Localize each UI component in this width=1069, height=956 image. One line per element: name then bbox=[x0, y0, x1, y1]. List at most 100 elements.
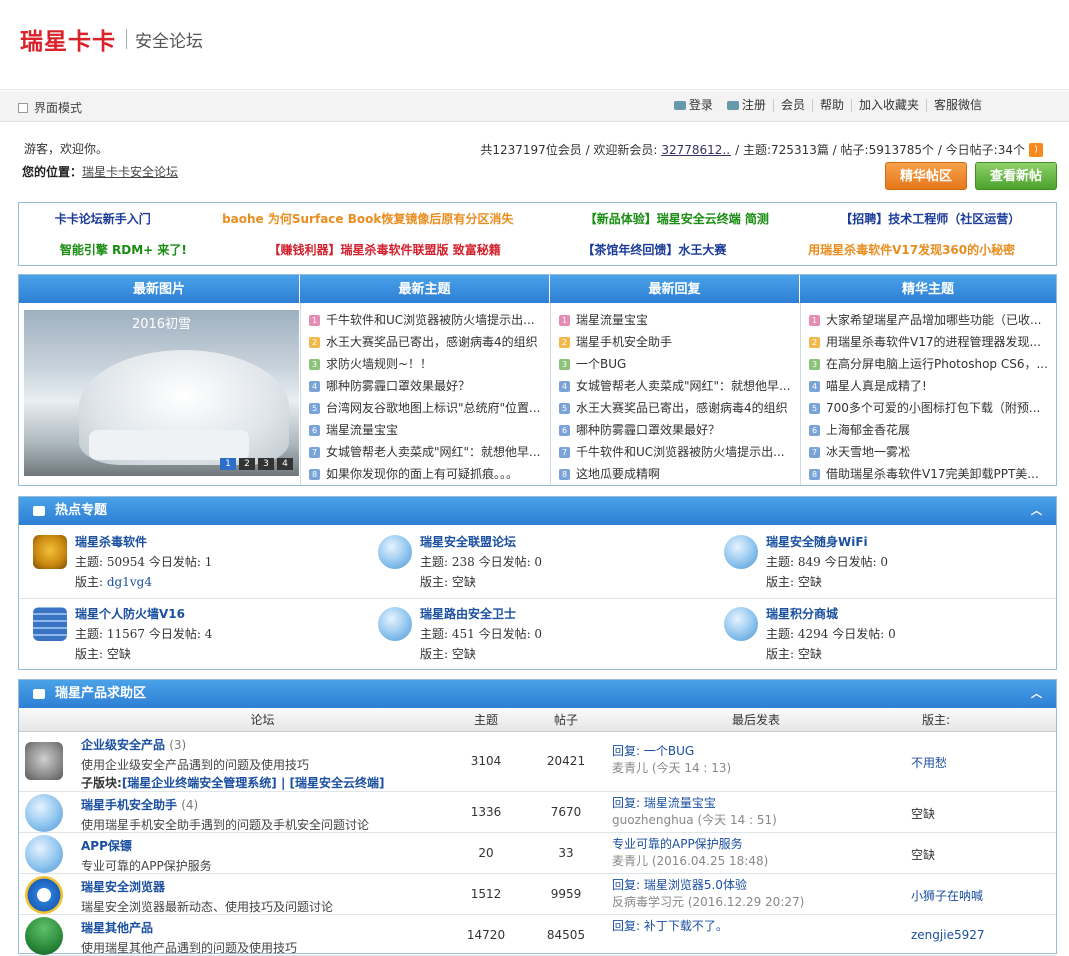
last-post-author[interactable]: guozhenghua bbox=[612, 813, 694, 827]
forum-name: 瑞星安全浏览器 bbox=[81, 880, 166, 894]
forum-name-link[interactable]: 瑞星手机安全助手 (4) bbox=[81, 796, 198, 813]
view-new-posts-button[interactable]: 查看新帖 bbox=[975, 162, 1057, 190]
hot-topic-card[interactable]: 瑞星安全联盟论坛 主题: 238 今日发帖: 0 版主: 空缺 bbox=[364, 525, 694, 595]
slide-dot[interactable]: 3 bbox=[258, 458, 274, 470]
lion-shield-icon[interactable] bbox=[33, 535, 67, 569]
tab-latest-topics: 最新主题 bbox=[300, 275, 550, 303]
announcement-link[interactable]: 卡卡论坛新手入门 bbox=[55, 210, 151, 227]
hot-topic-card[interactable]: 瑞星积分商城 主题: 4294 今日发帖: 0 版主: 空缺 bbox=[710, 597, 1040, 667]
last-post-author[interactable]: 麦青儿 bbox=[612, 761, 648, 775]
list-item[interactable]: 7 千牛软件和UC浏览器被防火墙提示出... bbox=[559, 441, 795, 463]
hot-topic-name[interactable]: 瑞星个人防火墙V16 bbox=[75, 605, 185, 622]
forum-name-link[interactable]: APP保镖 bbox=[81, 837, 132, 854]
wechat-service-link[interactable]: 客服微信 bbox=[925, 99, 989, 112]
list-item[interactable]: 6 瑞星流量宝宝 bbox=[309, 419, 545, 441]
hot-topic-card[interactable]: 瑞星个人防火墙V16 主题: 11567 今日发帖: 4 版主: 空缺 bbox=[19, 597, 349, 667]
hot-topic-name[interactable]: 瑞星安全联盟论坛 bbox=[420, 533, 516, 550]
product-help-header[interactable]: 瑞星产品求助区 ︿ bbox=[19, 680, 1056, 708]
login-link[interactable]: 登录 bbox=[667, 99, 720, 112]
list-item[interactable]: 7 冰天雪地一雾凇 bbox=[809, 441, 1049, 463]
announcement-link[interactable]: 【赚钱利器】瑞星杀毒软件联盟版 致富秘籍 bbox=[269, 241, 501, 258]
members-link[interactable]: 会员 bbox=[772, 99, 812, 112]
digest-area-button[interactable]: 精华帖区 bbox=[885, 162, 967, 190]
hot-topic-name[interactable]: 瑞星积分商城 bbox=[766, 605, 838, 622]
featured-photo[interactable]: 2016初雪 1 2 3 4 bbox=[24, 310, 299, 476]
last-post-link[interactable]: 回复: 补丁下载不了。 bbox=[612, 919, 728, 933]
last-post-link[interactable]: 回复: 瑞星流量宝宝 bbox=[612, 796, 716, 810]
list-item[interactable]: 8 借助瑞星杀毒软件V17完美卸载PPT美... bbox=[809, 463, 1049, 485]
announcement-link[interactable]: baohe 为何Surface Book恢复镜像后原有分区消失 bbox=[222, 210, 513, 227]
list-item[interactable]: 6 哪种防雾霾口罩效果最好？ bbox=[559, 419, 795, 441]
last-post-link[interactable]: 回复: 瑞星浏览器5.0体验 bbox=[612, 878, 747, 892]
forum-bubble-icon[interactable] bbox=[378, 535, 412, 569]
hot-topic-name[interactable]: 瑞星安全随身WiFi bbox=[766, 533, 868, 550]
hot-topic-card[interactable]: 瑞星路由安全卫士 主题: 451 今日发帖: 0 版主: 空缺 bbox=[364, 597, 694, 667]
list-item[interactable]: 2 水王大赛奖品已寄出，感谢病毒4的组织 bbox=[309, 331, 545, 353]
last-post-link[interactable]: 专业可靠的APP保护服务 bbox=[612, 837, 743, 851]
hot-topic-card[interactable]: 瑞星杀毒软件 主题: 50954 今日发帖: 1 版主: dg1vg4 bbox=[19, 525, 349, 595]
help-link[interactable]: 帮助 bbox=[811, 99, 851, 112]
announcement-link[interactable]: 【新品体验】瑞星安全云终端 简测 bbox=[585, 210, 769, 227]
list-item[interactable]: 3 求防火墙规则~！！ bbox=[309, 353, 545, 375]
slide-dot[interactable]: 4 bbox=[277, 458, 293, 470]
moderator-name[interactable]: dg1vg4 bbox=[107, 575, 152, 589]
list-item[interactable]: 2 用瑞星杀毒软件V17的进程管理器发现... bbox=[809, 331, 1049, 353]
checkbox-icon[interactable] bbox=[18, 102, 28, 113]
list-item[interactable]: 1 瑞星流量宝宝 bbox=[559, 309, 795, 331]
last-post-link[interactable]: 回复: 一个BUG bbox=[612, 744, 694, 758]
announcement-link[interactable]: 用瑞星杀毒软件V17发现360的小秘密 bbox=[808, 241, 1015, 258]
last-post-author[interactable]: 麦青儿 bbox=[612, 854, 648, 868]
last-post-author[interactable]: 反病毒学习元 bbox=[612, 895, 684, 909]
list-item[interactable]: 4 哪种防雾霾口罩效果最好？ bbox=[309, 375, 545, 397]
list-item[interactable]: 5 水王大赛奖品已寄出，感谢病毒4的组织 bbox=[559, 397, 795, 419]
list-item[interactable]: 8 如果你发现你的面上有可疑抓痕。。。 bbox=[309, 463, 545, 485]
breadcrumb-home-link[interactable]: 瑞星卡卡安全论坛 bbox=[82, 165, 178, 179]
subforum-links[interactable]: [瑞星企业终端安全管理系统] | [瑞星安全云终端] bbox=[122, 776, 385, 790]
rank-icon: 1 bbox=[309, 314, 320, 326]
hot-topics-header[interactable]: 热点专题 ︿ bbox=[19, 497, 1056, 525]
collapse-icon[interactable]: ︿ bbox=[1031, 497, 1042, 525]
forum-name-link[interactable]: 瑞星其他产品 bbox=[81, 919, 153, 936]
register-link[interactable]: 注册 bbox=[720, 99, 773, 112]
forum-bubble-icon[interactable] bbox=[724, 535, 758, 569]
hot-topic-name[interactable]: 瑞星路由安全卫士 bbox=[420, 605, 516, 622]
list-item[interactable]: 8 这地瓜要成精啊 bbox=[559, 463, 795, 485]
add-favorite-link[interactable]: 加入收藏夹 bbox=[850, 99, 926, 112]
interface-mode-toggle[interactable]: 界面模式 bbox=[18, 99, 82, 116]
forum-moderator[interactable]: 不用愁 bbox=[911, 754, 947, 771]
list-item[interactable]: 6 上海郁金香花展 bbox=[809, 419, 1049, 441]
list-item[interactable]: 7 女城管帮老人卖菜成"网红"：就想他早... bbox=[309, 441, 545, 463]
slide-dot[interactable]: 1 bbox=[220, 458, 236, 470]
forum-name-link[interactable]: 企业级安全产品 (3) bbox=[81, 736, 186, 753]
announcement-link[interactable]: 【招聘】技术工程师（社区运营） bbox=[840, 210, 1020, 227]
forum-moderator[interactable]: zengjie5927 bbox=[911, 928, 985, 942]
hot-topic-card[interactable]: 瑞星安全随身WiFi 主题: 849 今日发帖: 0 版主: 空缺 bbox=[710, 525, 1040, 595]
announcement-link[interactable]: 【茶馆年终回馈】水王大赛 bbox=[582, 241, 726, 258]
announcement-link[interactable]: 智能引擎 RDM+ 来了! bbox=[60, 241, 187, 258]
slide-dot[interactable]: 2 bbox=[239, 458, 255, 470]
list-item[interactable]: 4 女城管帮老人卖菜成"网红"：就想他早... bbox=[559, 375, 795, 397]
lion-shield-gray-icon[interactable] bbox=[25, 742, 63, 780]
new-member-link[interactable]: 32778612... bbox=[661, 143, 731, 157]
hot-topic-name[interactable]: 瑞星杀毒软件 bbox=[75, 533, 147, 550]
umbrella-icon[interactable] bbox=[25, 917, 63, 955]
list-item[interactable]: 1 千牛软件和UC浏览器被防火墙提示出... bbox=[309, 309, 545, 331]
forum-bubble-icon[interactable] bbox=[25, 794, 63, 832]
browser-e-icon[interactable] bbox=[25, 876, 63, 914]
list-item[interactable]: 3 一个BUG bbox=[559, 353, 795, 375]
list-item[interactable]: 4 喵星人真是成精了! bbox=[809, 375, 1049, 397]
list-item[interactable]: 5 700多个可爱的小图标打包下载（附预... bbox=[809, 397, 1049, 419]
forum-bubble-icon[interactable] bbox=[724, 607, 758, 641]
rss-icon[interactable]: ) bbox=[1029, 142, 1043, 157]
forum-moderator[interactable]: 小狮子在呐喊 bbox=[911, 887, 983, 904]
forum-bubble-icon[interactable] bbox=[25, 835, 63, 873]
list-item[interactable]: 1 大家希望瑞星产品增加哪些功能（已收... bbox=[809, 309, 1049, 331]
forum-bubble-icon[interactable] bbox=[378, 607, 412, 641]
list-item[interactable]: 5 台湾网友谷歌地图上标识"总统府"位置... bbox=[309, 397, 545, 419]
logo[interactable]: 瑞星卡卡 安全论坛 bbox=[20, 22, 203, 56]
forum-name-link[interactable]: 瑞星安全浏览器 bbox=[81, 878, 165, 895]
firewall-icon[interactable] bbox=[33, 607, 67, 641]
collapse-icon[interactable]: ︿ bbox=[1031, 680, 1042, 708]
list-item[interactable]: 3 在高分屏电脑上运行Photoshop CS6，... bbox=[809, 353, 1049, 375]
list-item[interactable]: 2 瑞星手机安全助手 bbox=[559, 331, 795, 353]
